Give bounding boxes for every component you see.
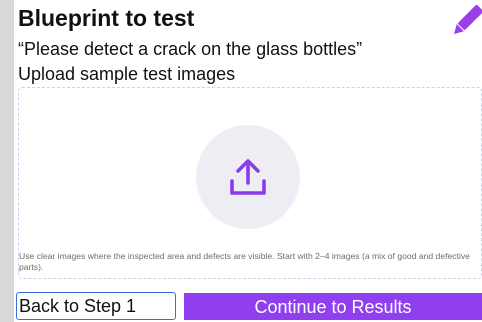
blueprint-prompt: “Please detect a crack on the glass bott…: [18, 39, 363, 59]
pencil-icon[interactable]: [450, 4, 482, 40]
upload-icon: [230, 159, 266, 195]
page-title: Blueprint to test: [18, 5, 195, 31]
blueprint-test-panel: Blueprint to test “Please detect a crack…: [14, 0, 482, 322]
upload-section-label: Upload sample test images: [18, 64, 236, 84]
upload-hint: Use clear images where the inspected are…: [19, 251, 470, 272]
continue-to-results-button[interactable]: Continue to Results: [184, 293, 482, 320]
upload-button[interactable]: [196, 125, 300, 229]
back-to-step-1-button[interactable]: Back to Step 1: [16, 292, 176, 320]
image-dropzone[interactable]: Use clear images where the inspected are…: [18, 87, 482, 279]
